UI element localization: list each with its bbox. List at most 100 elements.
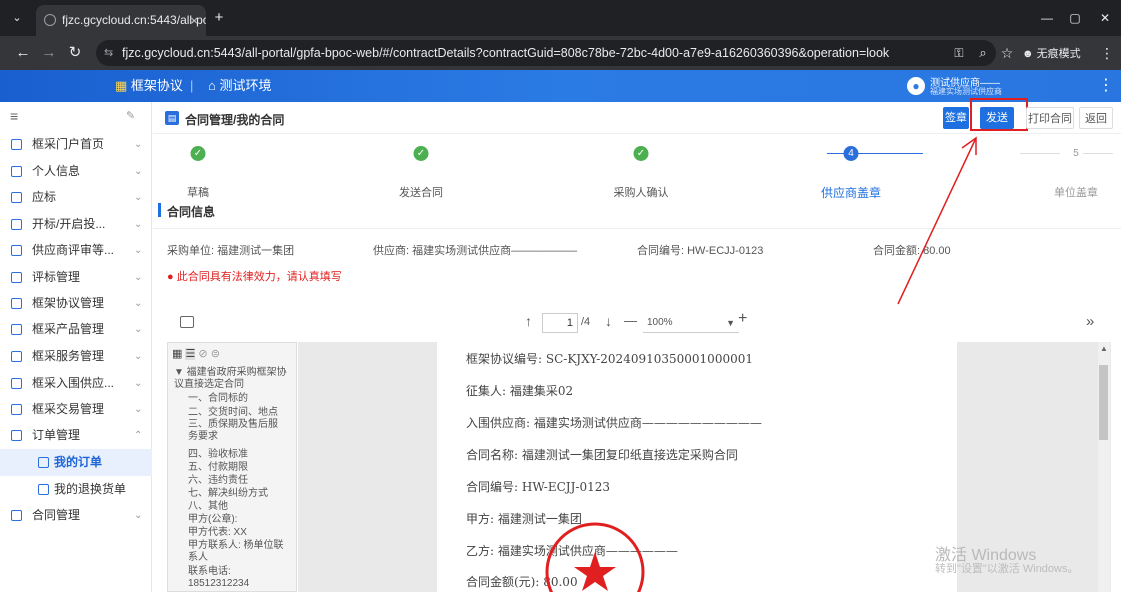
- outline-item[interactable]: 甲方代表: XX: [188, 527, 286, 539]
- highlight-box: [970, 98, 1028, 131]
- sign-button[interactable]: 签章: [943, 107, 969, 129]
- chevron-icon: ⌄: [134, 272, 143, 283]
- password-key-icon[interactable]: ⚿: [948, 42, 970, 64]
- sidebar-item-label: 框采产品管理: [32, 322, 105, 336]
- window-maximize-button[interactable]: ▢: [1064, 7, 1086, 29]
- incognito-indicator[interactable]: ☻ 无痕模式: [1022, 45, 1081, 61]
- sidebar-item[interactable]: 框采产品管理 ⌄: [0, 316, 152, 343]
- pdf-scrollbar-thumb[interactable]: [1099, 365, 1108, 440]
- outline-item[interactable]: 联系电话: 18512312234: [188, 566, 286, 590]
- sidebar-item-label: 我的订单: [54, 455, 103, 469]
- sidebar-item[interactable]: 供应商评审等... ⌄: [0, 237, 152, 264]
- sidebar-item[interactable]: 我的订单: [0, 449, 152, 476]
- app-menu-icon[interactable]: ⋮: [1098, 70, 1114, 102]
- document-line: 合同编号: HW-ECJJ-0123: [466, 480, 610, 494]
- sidebar-item[interactable]: 合同管理 ⌄: [0, 502, 152, 529]
- menu-icon: [11, 430, 22, 441]
- outline-item[interactable]: 五、付款期限: [188, 462, 286, 474]
- reload-icon[interactable]: ↻: [64, 42, 86, 64]
- outline-item[interactable]: 三、质保期及售后服务要求: [188, 419, 286, 443]
- menu-icon: [11, 166, 22, 177]
- app-header: ▦ 框架协议 | ⌂ 测试环境 ● 测试供应商—— 福建实场测试供应商 ⋮: [0, 70, 1121, 102]
- browser-address-bar: ← → ↻ ⇆ fjzc.gcycloud.cn:5443/all-portal…: [0, 36, 1121, 70]
- sidebar-item[interactable]: 框架协议管理 ⌄: [0, 290, 152, 317]
- chevron-icon: ⌄: [134, 298, 143, 309]
- tab-close-icon[interactable]: ×: [190, 5, 198, 36]
- page-total: /4: [581, 316, 591, 328]
- step-label: 发送合同: [399, 187, 443, 199]
- zoom-select[interactable]: 100% ▼: [643, 313, 739, 333]
- print-contract-button[interactable]: 打印合同: [1026, 107, 1074, 129]
- section-title: 合同信息: [167, 205, 216, 219]
- outline-item[interactable]: 一、合同标的: [188, 393, 286, 405]
- chevron-icon: ⌄: [134, 351, 143, 362]
- sidebar-toggle-icon[interactable]: [180, 316, 194, 328]
- bookmark-star-icon[interactable]: ☆: [996, 42, 1018, 64]
- thumbnail-view-icon[interactable]: ▦: [172, 348, 182, 360]
- outline-item[interactable]: 七、解决纠纷方式: [188, 488, 286, 500]
- outline-item[interactable]: 八、其他: [188, 501, 286, 513]
- sidebar-item[interactable]: 应标 ⌄: [0, 184, 152, 211]
- collapse-menu-icon[interactable]: ≡: [10, 108, 18, 124]
- nav-test-env[interactable]: ⌂ 测试环境: [208, 70, 271, 102]
- scroll-up-icon[interactable]: ▲: [1100, 344, 1108, 353]
- user-avatar-icon[interactable]: ●: [907, 77, 925, 95]
- site-info-icon[interactable]: ⇆: [104, 40, 113, 66]
- sidebar-item[interactable]: 订单管理 ⌃: [0, 422, 152, 449]
- sidebar-item[interactable]: 框采门户首页 ⌄: [0, 131, 152, 158]
- prev-page-icon[interactable]: ↑: [525, 313, 532, 329]
- pin-icon[interactable]: ✎: [126, 109, 135, 122]
- browser-tab[interactable]: fjzc.gcycloud.cn:5443/all-por ×: [36, 5, 206, 36]
- outline-item[interactable]: 甲方联系人: 杨单位联系人: [188, 540, 286, 564]
- nav-framework-label: 框架协议: [130, 78, 183, 93]
- sidebar-item[interactable]: 评标管理 ⌄: [0, 264, 152, 291]
- layers-icon[interactable]: ⊜: [211, 348, 220, 360]
- sidebar-item[interactable]: 开标/开启投... ⌄: [0, 211, 152, 238]
- zoom-in-button[interactable]: +: [738, 310, 747, 328]
- step-label: 草稿: [187, 187, 209, 199]
- sidebar-item[interactable]: 我的退换货单: [0, 476, 152, 503]
- zoom-value: 100%: [647, 317, 673, 328]
- menu-icon: [38, 457, 49, 468]
- sidebar-item[interactable]: 框采服务管理 ⌄: [0, 343, 152, 370]
- activation-watermark-hint: 转到"设置"以激活 Windows。: [935, 563, 1079, 575]
- nav-framework-agreement[interactable]: ▦ 框架协议: [115, 70, 183, 102]
- window-minimize-button[interactable]: —: [1036, 7, 1058, 29]
- new-tab-button[interactable]: +: [208, 7, 230, 29]
- document-outline: ▦ ☰ ⊘ ⊜ ▼ 福建省政府采购框架协议直接选定合同一、合同标的 二、交货时间、…: [167, 342, 297, 592]
- sidebar-item-label: 框采服务管理: [32, 349, 105, 363]
- sidebar-item[interactable]: 框采交易管理 ⌄: [0, 396, 152, 423]
- step-label: 采购人确认: [613, 187, 669, 199]
- zoom-search-icon[interactable]: ⌕: [972, 42, 994, 64]
- sidebar-item[interactable]: 框采入围供应... ⌄: [0, 370, 152, 397]
- outline-view-icon[interactable]: ☰: [185, 348, 196, 360]
- contract-number-info: 合同编号: HW-ECJJ-0123: [637, 245, 764, 257]
- sidebar-item[interactable]: 个人信息 ⌄: [0, 158, 152, 185]
- back-button[interactable]: 返回: [1079, 107, 1113, 129]
- menu-icon: [11, 298, 22, 309]
- alert-icon: ●: [167, 271, 177, 283]
- next-page-icon[interactable]: ↓: [605, 313, 612, 329]
- outline-item[interactable]: ▼ 福建省政府采购框架协议直接选定合同: [174, 367, 292, 391]
- url-field[interactable]: ⇆ fjzc.gcycloud.cn:5443/all-portal/gpfa-…: [96, 40, 996, 66]
- chevron-icon: ⌄: [134, 510, 143, 521]
- forward-arrow-icon[interactable]: →: [38, 42, 60, 64]
- tab-search-icon[interactable]: ⌄: [6, 7, 28, 29]
- page-number-input[interactable]: 1: [542, 313, 578, 333]
- outline-item[interactable]: 甲方(公章):: [188, 514, 286, 526]
- zoom-out-button[interactable]: —: [624, 313, 637, 328]
- outline-item[interactable]: 二、交货时间、地点: [188, 407, 286, 419]
- expand-panel-icon[interactable]: »: [1086, 313, 1094, 330]
- outline-item[interactable]: 六、违约责任: [188, 475, 286, 487]
- home-icon: ⌂: [208, 78, 220, 93]
- grid-icon: ▦: [115, 78, 131, 93]
- attachment-icon[interactable]: ⊘: [198, 348, 207, 360]
- chevron-icon: ⌄: [134, 166, 143, 177]
- window-close-button[interactable]: ✕: [1094, 7, 1116, 29]
- menu-icon: [11, 324, 22, 335]
- document-line: 入围供应商: 福建实场测试供应商——————————: [466, 416, 762, 430]
- legal-warning: ● 此合同具有法律效力，请认真填写: [167, 268, 342, 284]
- back-arrow-icon[interactable]: ←: [12, 42, 34, 64]
- outline-item[interactable]: 四、验收标准: [188, 449, 286, 461]
- browser-menu-icon[interactable]: ⋮: [1096, 42, 1118, 64]
